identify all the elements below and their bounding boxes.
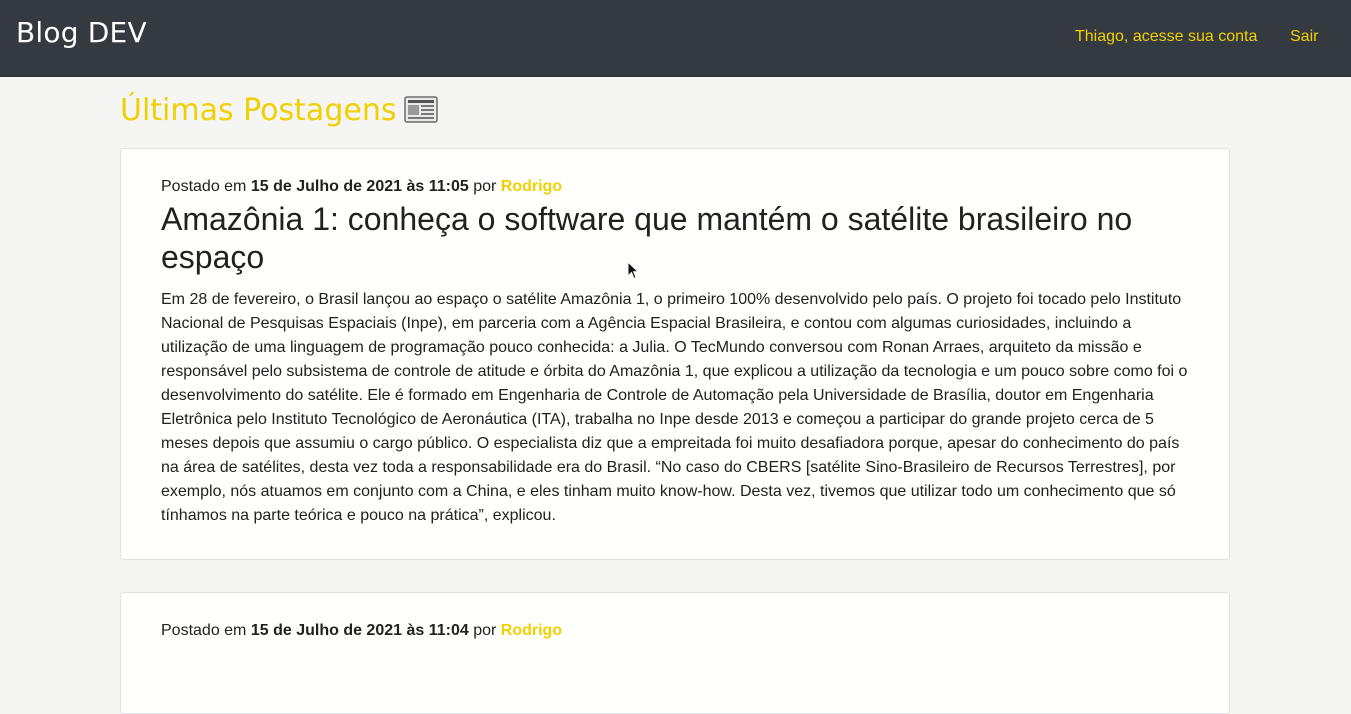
post-meta-by: por xyxy=(473,178,497,195)
post-title[interactable]: Amazônia 1: conheça o software que manté… xyxy=(161,200,1181,276)
post-card: Postado em 15 de Julho de 2021 às 11:04 … xyxy=(120,592,1230,714)
post-meta: Postado em 15 de Julho de 2021 às 11:04 … xyxy=(161,622,562,640)
post-date: 15 de Julho de 2021 às 11:05 xyxy=(250,178,469,195)
account-link[interactable]: Thiago, acesse sua conta xyxy=(1075,28,1257,46)
post-meta-prefix: Postado em xyxy=(161,178,247,195)
brand-logo[interactable]: Blog DEV xyxy=(16,16,147,49)
newspaper-icon xyxy=(404,96,439,123)
post-author-link[interactable]: Rodrigo xyxy=(501,622,562,639)
post-card: Postado em 15 de Julho de 2021 às 11:05 … xyxy=(120,148,1230,560)
post-meta-by: por xyxy=(473,622,497,639)
post-body: Em 28 de fevereiro, o Brasil lançou ao e… xyxy=(161,291,1188,524)
mouse-cursor-icon xyxy=(627,261,639,280)
post-date: 15 de Julho de 2021 às 11:04 xyxy=(250,622,469,639)
navbar: Blog DEV Thiago, acesse sua conta Sair xyxy=(0,0,1351,77)
page-title: Últimas Postagens xyxy=(120,93,439,128)
post-author-link[interactable]: Rodrigo xyxy=(501,178,562,195)
page-title-text: Últimas Postagens xyxy=(120,93,397,128)
logout-link[interactable]: Sair xyxy=(1290,28,1318,46)
post-meta-prefix: Postado em xyxy=(161,622,247,639)
post-meta: Postado em 15 de Julho de 2021 às 11:05 … xyxy=(161,178,562,196)
